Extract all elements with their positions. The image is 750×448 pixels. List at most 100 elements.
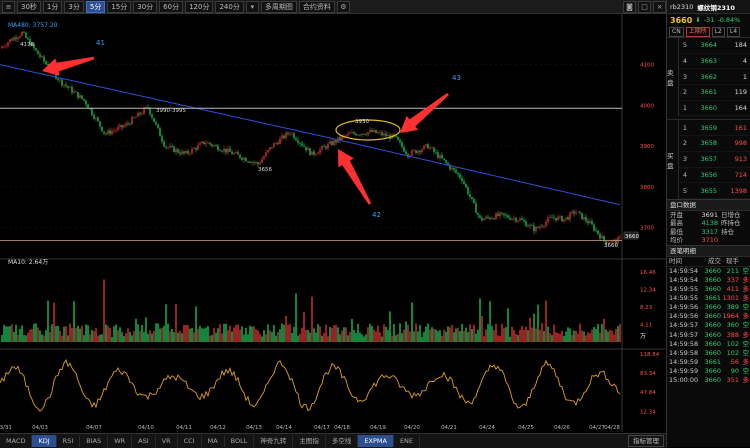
tab-asi[interactable]: ASI [132,435,156,447]
volume-bar [345,327,347,342]
volume-bar [619,324,621,342]
candle-body [417,150,419,154]
kline-chart[interactable]: 4100 4000 3900 3800 3700 16.46 12.34 8.23 4.11 11… [0,14,666,432]
bid-row: 2 3658 998 [679,136,750,152]
candle-body [275,142,277,144]
tick-row: 14:59:58 3660 102 空 [667,349,750,358]
tab-magic-nine[interactable]: 神奇九转 [254,435,294,447]
candle-body [555,217,557,221]
volume-bar [603,318,605,342]
tab-wr[interactable]: WR [108,435,133,447]
tick-time: 14:59:59 [669,357,699,366]
candle-body [71,86,73,93]
ticks-col-price: 成交 [708,256,721,265]
period-3m-button[interactable]: 3分 [64,0,84,13]
candle-body [103,131,105,134]
period-240m-button[interactable]: 240分 [215,0,244,13]
volume-bar [235,324,237,342]
tab-bias[interactable]: BIAS [80,435,109,447]
indicator-label: MA480: 3757.20 [8,22,58,29]
tick-price: 3660 [704,330,721,339]
candle-body [473,198,475,204]
volume-bar [409,331,411,342]
chip-cn[interactable]: CN [669,26,684,37]
volume-bar [301,327,303,342]
period-120m-button[interactable]: 120分 [185,0,214,13]
contract-info-button[interactable]: 合约资料 [298,0,335,13]
tab-cci[interactable]: CCI [178,435,202,447]
candle-body [139,112,141,115]
candle-body [573,211,575,214]
multi-period-button[interactable]: 多周期图 [260,0,297,13]
period-5m-button[interactable]: 5分 [85,0,106,13]
volume-bar [421,336,423,342]
settings-icon[interactable]: ⚙ [336,0,350,13]
candle-body [273,143,275,148]
volume-bar [157,323,159,342]
tab-macd[interactable]: MACD [0,435,33,447]
volume-bar [507,308,509,342]
candle-body [499,212,501,216]
chip-l2[interactable]: L2 [711,26,725,37]
volume-bar [155,323,157,342]
volume-bar [551,334,553,342]
tab-long-short[interactable]: 多空线 [326,435,359,447]
kdj-line [0,358,621,412]
candle-body [3,46,5,48]
tick-time: 14:59:58 [669,348,699,357]
candle-body [129,123,131,125]
tick-price: 3661 [704,357,721,366]
candle-body [271,147,273,149]
period-15m-button[interactable]: 15分 [107,0,132,13]
annotation-arrow [42,56,95,76]
tab-main-indicator[interactable]: 主图指 [293,435,326,447]
maximize-icon[interactable]: □ [638,0,651,13]
volume-bar [471,328,473,342]
candle-body [571,211,573,213]
indicator-manage-button[interactable]: 指标管理 [628,435,664,447]
volume-bar [9,326,11,342]
candle-body [491,218,493,220]
tab-ene[interactable]: ENE [394,435,421,447]
ticks-list[interactable]: 14:59:54 3660 211 空 14:59:54 3660 337 多 14:59:55… [667,267,750,385]
candle-body [193,148,195,149]
candle-body [207,142,209,144]
chip-exchange[interactable]: 上期所 [685,26,710,37]
tick-price: 3660 [704,339,721,348]
chevron-down-icon[interactable]: ▾ [245,0,259,13]
candle-body [223,148,225,152]
chip-l4[interactable]: L4 [726,26,741,37]
tab-expma[interactable]: EXPMA [358,435,394,447]
volume-bar [443,329,445,342]
candle-body [235,152,237,154]
volume-bar [37,327,39,342]
period-60m-button[interactable]: 60分 [159,0,184,13]
volume-bar [279,329,281,342]
tab-vr[interactable]: VR [156,435,178,447]
candle-body [17,37,19,40]
camera-icon[interactable]: ◙ [623,0,636,13]
volume-bar [571,334,573,342]
candle-body [517,220,519,222]
period-30s-button[interactable]: 30秒 [17,0,41,13]
period-30m-button[interactable]: 30分 [133,0,158,13]
tab-boll[interactable]: BOLL [225,435,255,447]
volume-bar [45,330,47,342]
volume-bar [81,325,83,342]
candle-body [335,140,337,143]
ask-level: 5 [682,41,688,50]
volume-bar [297,335,299,342]
tab-rsi[interactable]: RSI [57,435,81,447]
tab-kdj[interactable]: KDJ [32,435,57,447]
period-1m-button[interactable]: 1分 [42,0,63,13]
volume-bar [575,330,577,342]
price-tick-label: 3900 [640,144,654,150]
volume-bar [263,330,265,342]
volume-bar [179,330,181,342]
candle-body [97,117,99,122]
candle-body [581,212,583,220]
volume-bar [213,328,215,342]
menu-icon[interactable]: ≡ [2,0,15,13]
tab-ma[interactable]: MA [202,435,225,447]
close-icon[interactable]: × [653,0,666,13]
